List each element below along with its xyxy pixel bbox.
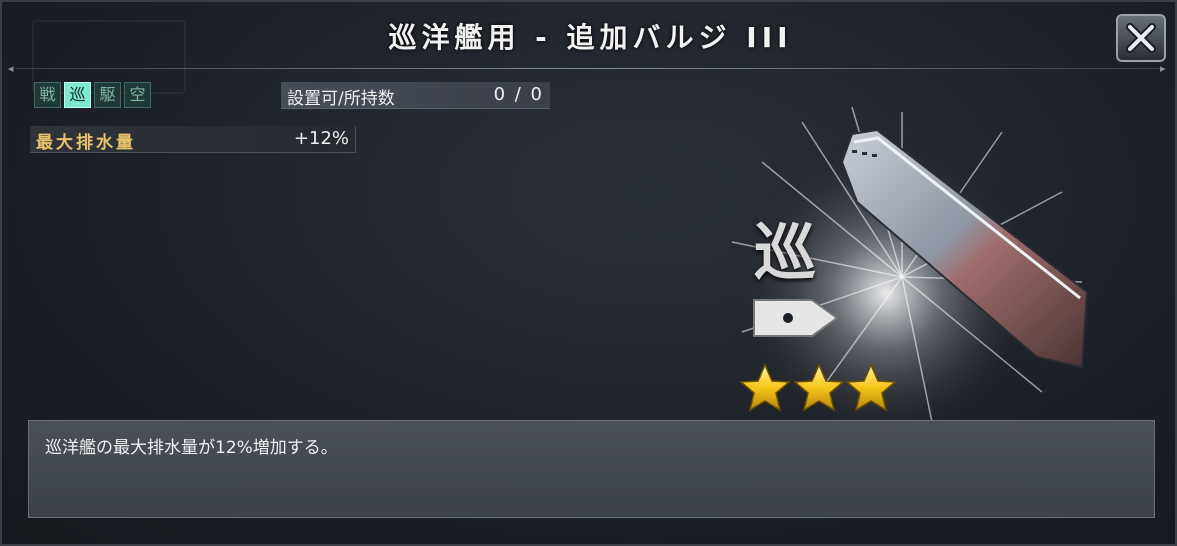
ship-type-destroyer: 駆 [94,82,121,108]
divider-left-arrow-icon: ◂ [8,62,14,75]
ship-type-cruiser: 巡 [64,82,91,108]
close-icon [1126,23,1156,53]
description-box: 巡洋艦の最大排水量が12%増加する。 [28,420,1155,518]
ship-type-badges: 戦巡駆空 [34,82,154,108]
ship-type-battleship: 戦 [34,82,61,108]
ship-type-carrier: 空 [124,82,151,108]
close-button[interactable] [1116,14,1166,62]
holdings-row: 設置可/所持数 0 / 0 [281,82,550,109]
item-title: 巡洋艦用 - 追加バルジ III [388,21,793,54]
description-text: 巡洋艦の最大排水量が12%増加する。 [45,438,338,458]
header-divider [16,68,1166,69]
divider-right-arrow-icon: ▸ [1160,62,1166,75]
stat-row: 最大排水量 +12% [30,126,356,153]
holdings-value: 0 / 0 [493,84,544,105]
stat-label: 最大排水量 [36,133,136,153]
ship-class-kanji: 巡 [754,216,817,289]
holdings-label: 設置可/所持数 [287,89,395,109]
stat-value: +12% [293,128,349,149]
equipment-detail-window: 巡洋艦用 - 追加バルジ III ◂ ▸ 戦巡駆空 設置可/所持数 0 / 0 … [0,0,1177,546]
